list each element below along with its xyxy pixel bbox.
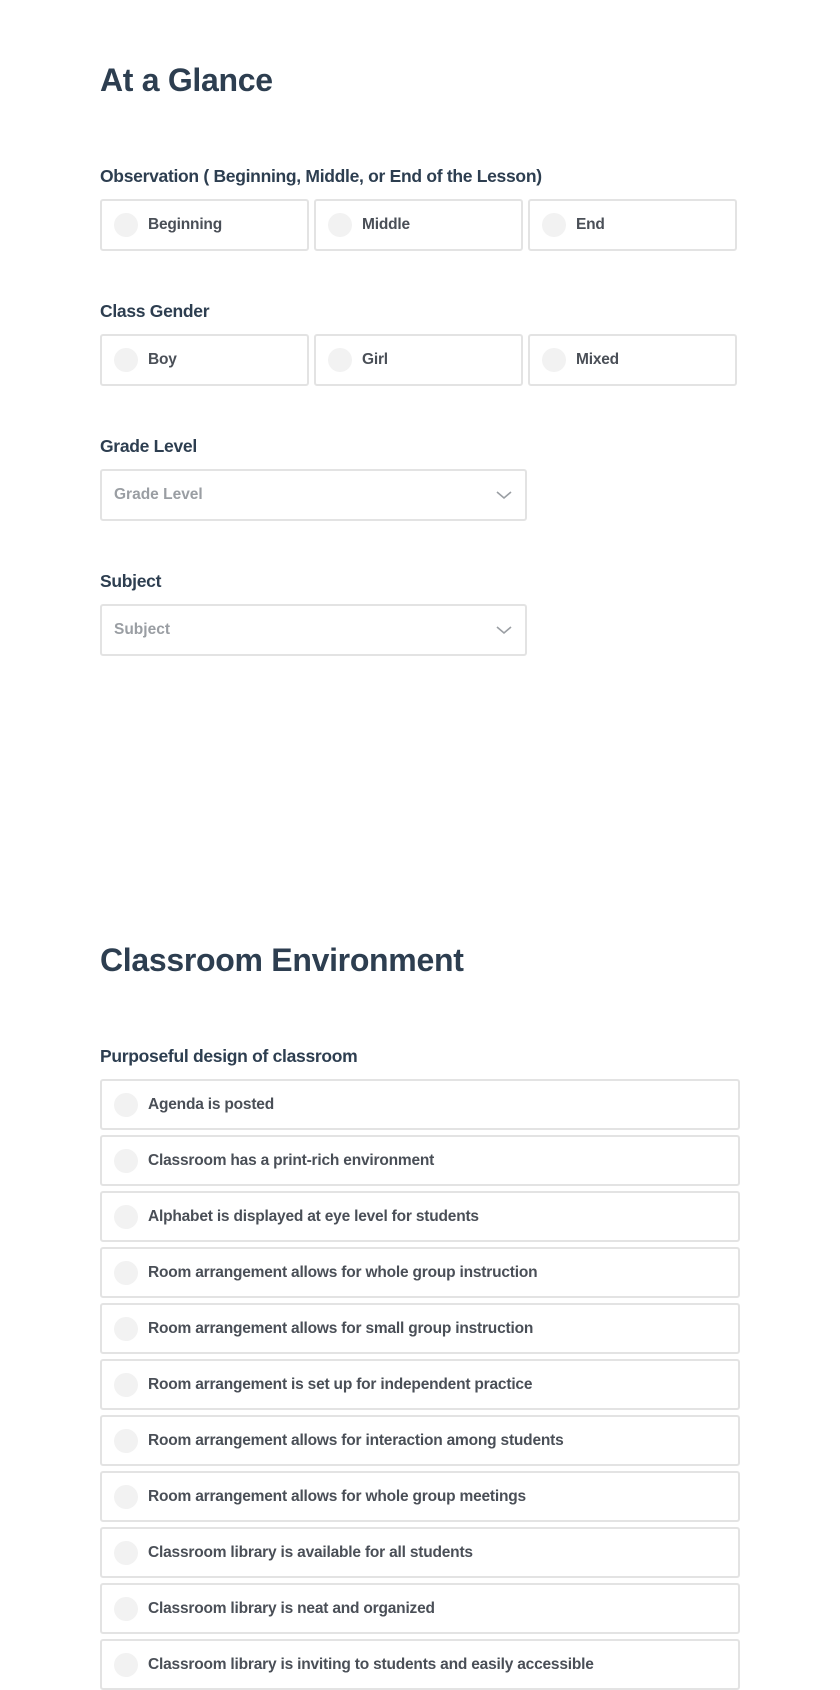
- grade-level-placeholder: Grade Level: [114, 486, 203, 503]
- subject-placeholder: Subject: [114, 621, 170, 638]
- radio-circle-icon[interactable]: [542, 213, 566, 237]
- option-label: Room arrangement allows for interaction …: [148, 1431, 564, 1449]
- radio-circle-icon[interactable]: [114, 1596, 138, 1621]
- checklist-option[interactable]: Agenda is posted: [100, 1079, 740, 1130]
- checklist-option[interactable]: Classroom library is inviting to student…: [100, 1639, 740, 1690]
- class-gender-options: Boy Girl Mixed: [100, 334, 737, 386]
- option-label: Room arrangement is set up for independe…: [148, 1375, 533, 1393]
- option-label: Agenda is posted: [148, 1095, 274, 1113]
- radio-circle-icon[interactable]: [114, 1428, 138, 1453]
- checklist-option[interactable]: Room arrangement allows for whole group …: [100, 1247, 740, 1298]
- radio-circle-icon[interactable]: [114, 1148, 138, 1173]
- class-gender-option-mixed[interactable]: Mixed: [528, 334, 737, 386]
- purposeful-design-label: Purposeful design of classroom: [100, 1046, 358, 1066]
- radio-circle-icon[interactable]: [114, 1260, 138, 1285]
- class-gender-option-boy[interactable]: Boy: [100, 334, 309, 386]
- option-label: Classroom has a print-rich environment: [148, 1151, 435, 1169]
- class-gender-option-girl[interactable]: Girl: [314, 334, 523, 386]
- checklist-option[interactable]: Classroom library is available for all s…: [100, 1527, 740, 1578]
- section-title-at-a-glance: At a Glance: [100, 62, 273, 98]
- chevron-down-icon: [496, 491, 512, 500]
- section-title-classroom-environment: Classroom Environment: [100, 942, 464, 978]
- checklist-option[interactable]: Classroom has a print-rich environment: [100, 1135, 740, 1186]
- checklist-option[interactable]: Room arrangement allows for small group …: [100, 1303, 740, 1354]
- class-gender-label: Class Gender: [100, 301, 210, 321]
- radio-circle-icon[interactable]: [114, 1204, 138, 1229]
- observation-option-beginning[interactable]: Beginning: [100, 199, 309, 251]
- grade-level-label: Grade Level: [100, 436, 197, 456]
- radio-circle-icon[interactable]: [114, 213, 138, 237]
- subject-label: Subject: [100, 571, 162, 591]
- option-label: End: [576, 216, 605, 233]
- checklist-option[interactable]: Room arrangement is set up for independe…: [100, 1359, 740, 1410]
- radio-circle-icon[interactable]: [114, 1484, 138, 1509]
- option-label: Middle: [362, 216, 410, 233]
- observation-option-middle[interactable]: Middle: [314, 199, 523, 251]
- option-label: Mixed: [576, 351, 619, 368]
- radio-circle-icon[interactable]: [114, 348, 138, 372]
- grade-level-select[interactable]: Grade Level: [100, 469, 527, 521]
- option-label: Classroom library is inviting to student…: [148, 1655, 594, 1673]
- checklist-option[interactable]: Classroom library is neat and organized: [100, 1583, 740, 1634]
- observation-options: Beginning Middle End: [100, 199, 737, 251]
- radio-circle-icon[interactable]: [114, 1092, 138, 1117]
- option-label: Beginning: [148, 216, 222, 233]
- option-label: Classroom library is neat and organized: [148, 1599, 435, 1617]
- radio-circle-icon[interactable]: [114, 1652, 138, 1677]
- radio-circle-icon[interactable]: [114, 1316, 138, 1341]
- option-label: Boy: [148, 351, 177, 368]
- radio-circle-icon[interactable]: [114, 1540, 138, 1565]
- observation-option-end[interactable]: End: [528, 199, 737, 251]
- option-label: Classroom library is available for all s…: [148, 1543, 473, 1561]
- checklist-option[interactable]: Alphabet is displayed at eye level for s…: [100, 1191, 740, 1242]
- option-label: Room arrangement allows for whole group …: [148, 1263, 538, 1281]
- subject-select[interactable]: Subject: [100, 604, 527, 656]
- observation-label: Observation ( Beginning, Middle, or End …: [100, 166, 542, 186]
- option-label: Alphabet is displayed at eye level for s…: [148, 1207, 479, 1225]
- option-label: Room arrangement allows for small group …: [148, 1319, 534, 1337]
- option-label: Room arrangement allows for whole group …: [148, 1487, 526, 1505]
- chevron-down-icon: [496, 626, 512, 635]
- radio-circle-icon[interactable]: [114, 1372, 138, 1397]
- radio-circle-icon[interactable]: [542, 348, 566, 372]
- radio-circle-icon[interactable]: [328, 348, 352, 372]
- radio-circle-icon[interactable]: [328, 213, 352, 237]
- purposeful-design-options: Agenda is posted Classroom has a print-r…: [100, 1079, 740, 1690]
- checklist-option[interactable]: Room arrangement allows for whole group …: [100, 1471, 740, 1522]
- checklist-option[interactable]: Room arrangement allows for interaction …: [100, 1415, 740, 1466]
- option-label: Girl: [362, 351, 388, 368]
